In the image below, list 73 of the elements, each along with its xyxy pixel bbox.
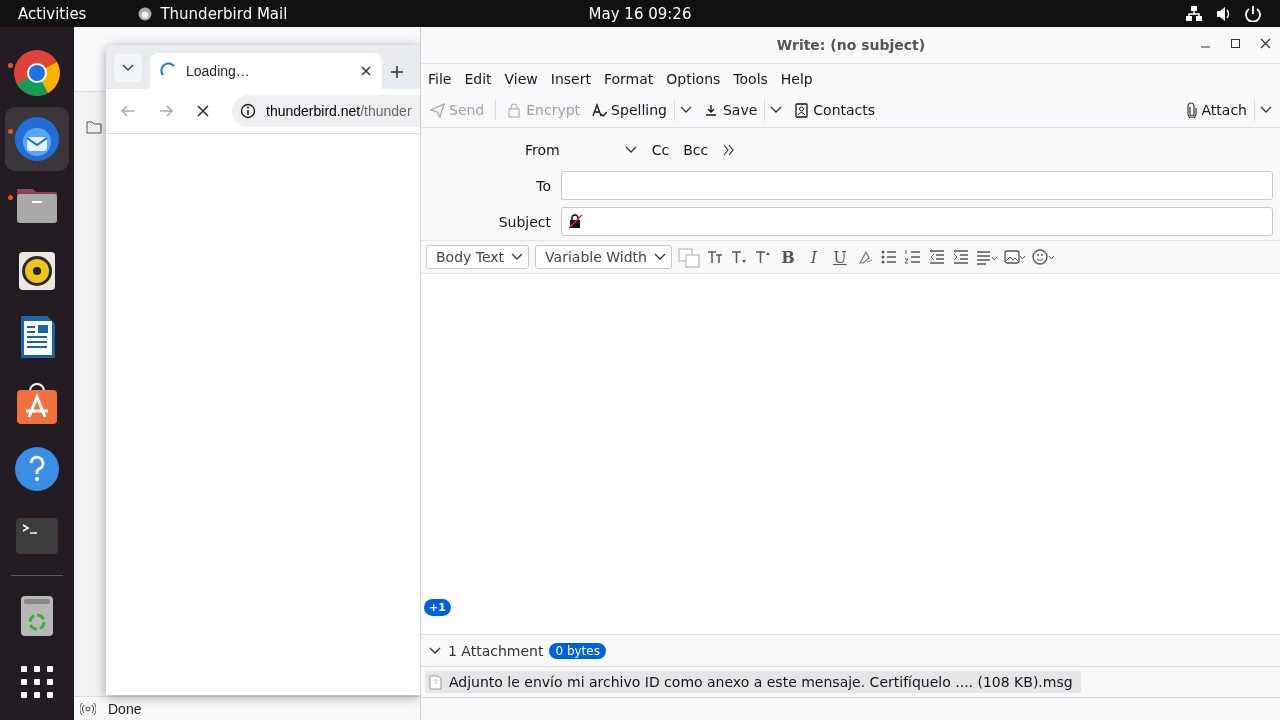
numbered-list-icon[interactable] <box>903 248 922 266</box>
activities-button[interactable]: Activities <box>18 4 87 23</box>
italic-button[interactable]: I <box>803 246 824 268</box>
browser-icon[interactable] <box>13 49 61 97</box>
bold-button[interactable]: B <box>777 246 798 268</box>
emoji-icon[interactable] <box>1031 248 1056 266</box>
file-name: Adjunto le envío mi archivo ID como anexo a este mensaje. Certifíquelo .... (108 KB).msg <box>449 674 1073 690</box>
app-name[interactable]: Thunderbird Mail <box>160 4 288 23</box>
window-title: Write: (no subject) <box>776 37 926 53</box>
download-icon <box>703 102 719 118</box>
app-icon <box>138 6 153 21</box>
font-select[interactable]: Variable Width <box>535 245 672 269</box>
menu-item[interactable]: Insert <box>550 70 591 87</box>
save-button[interactable]: Save <box>698 98 763 122</box>
maximize-icon[interactable] <box>1230 38 1241 49</box>
browser-tab[interactable]: Loading… <box>150 53 382 89</box>
indent-icon[interactable] <box>951 248 970 266</box>
address-book-icon <box>794 102 810 118</box>
status-text: Done <box>108 700 142 717</box>
bcc-button[interactable]: Bcc <box>683 142 709 158</box>
outdent-icon[interactable] <box>927 248 946 266</box>
color-picker-icon[interactable] <box>677 246 700 268</box>
mail-app-icon[interactable] <box>13 115 61 163</box>
image-icon[interactable] <box>1003 248 1026 266</box>
volume-icon[interactable] <box>1215 5 1232 22</box>
clock[interactable]: May 16 09:26 <box>588 4 692 23</box>
menu-item[interactable]: Tools <box>733 70 768 87</box>
attach-button[interactable]: Attach <box>1178 98 1252 122</box>
dock-item-highlight[interactable] <box>5 107 69 171</box>
info-icon[interactable] <box>240 103 256 119</box>
new-tab-icon[interactable] <box>390 65 404 79</box>
menu-item[interactable]: Options <box>666 70 721 87</box>
attachment-summary[interactable]: 1 Attachment <box>448 642 544 659</box>
to-field[interactable] <box>561 171 1273 200</box>
close-icon[interactable] <box>360 65 372 77</box>
menu-item[interactable]: Edit <box>464 70 492 87</box>
subject-field[interactable] <box>561 207 1273 236</box>
close-icon[interactable] <box>1260 38 1271 49</box>
subscript-icon[interactable] <box>729 248 748 266</box>
superscript-icon[interactable] <box>753 248 772 266</box>
menu-item[interactable]: Help <box>780 70 813 87</box>
unlocked-icon <box>568 214 583 229</box>
contacts-button[interactable]: Contacts <box>789 98 881 122</box>
cc-button[interactable]: Cc <box>651 142 670 158</box>
address-bar[interactable]: thunderbird.net/thunder <box>232 95 420 127</box>
folder-icon <box>86 120 102 135</box>
bullet-list-icon[interactable] <box>879 248 898 266</box>
text-size-icon[interactable] <box>705 248 724 266</box>
spell-check-icon <box>592 102 608 118</box>
tab-list-button[interactable] <box>114 54 142 82</box>
menu-item[interactable]: File <box>428 70 452 87</box>
lock-icon <box>507 102 523 118</box>
paragraph-format-select[interactable]: Body Text <box>426 245 530 269</box>
broadcast-icon <box>80 700 96 717</box>
from-label: From <box>525 142 560 158</box>
menu-item[interactable]: Format <box>603 70 654 87</box>
attachment-item[interactable]: Adjunto le envío mi archivo ID como anexo a este mensaje. Certifíquelo .... (108 KB).msg <box>425 671 1081 693</box>
power-icon[interactable] <box>1244 5 1262 22</box>
to-label: To <box>536 177 551 194</box>
align-icon[interactable] <box>975 248 998 266</box>
url-text: thunderbird.net/thunder <box>266 103 412 119</box>
send-icon <box>430 102 445 118</box>
network-icon[interactable] <box>1185 5 1203 22</box>
file-icon <box>429 674 442 690</box>
count-badge: +1 <box>424 599 451 616</box>
underline-button[interactable]: U <box>829 246 850 268</box>
help-icon[interactable] <box>13 445 61 493</box>
spelling-button[interactable]: Spelling <box>587 98 672 122</box>
menu-item[interactable]: View <box>504 70 538 87</box>
stop-icon[interactable] <box>196 104 210 118</box>
size-badge: 0 bytes <box>549 642 606 659</box>
chevrons-icon[interactable] <box>722 143 736 157</box>
subject-label: Subject <box>498 213 551 230</box>
